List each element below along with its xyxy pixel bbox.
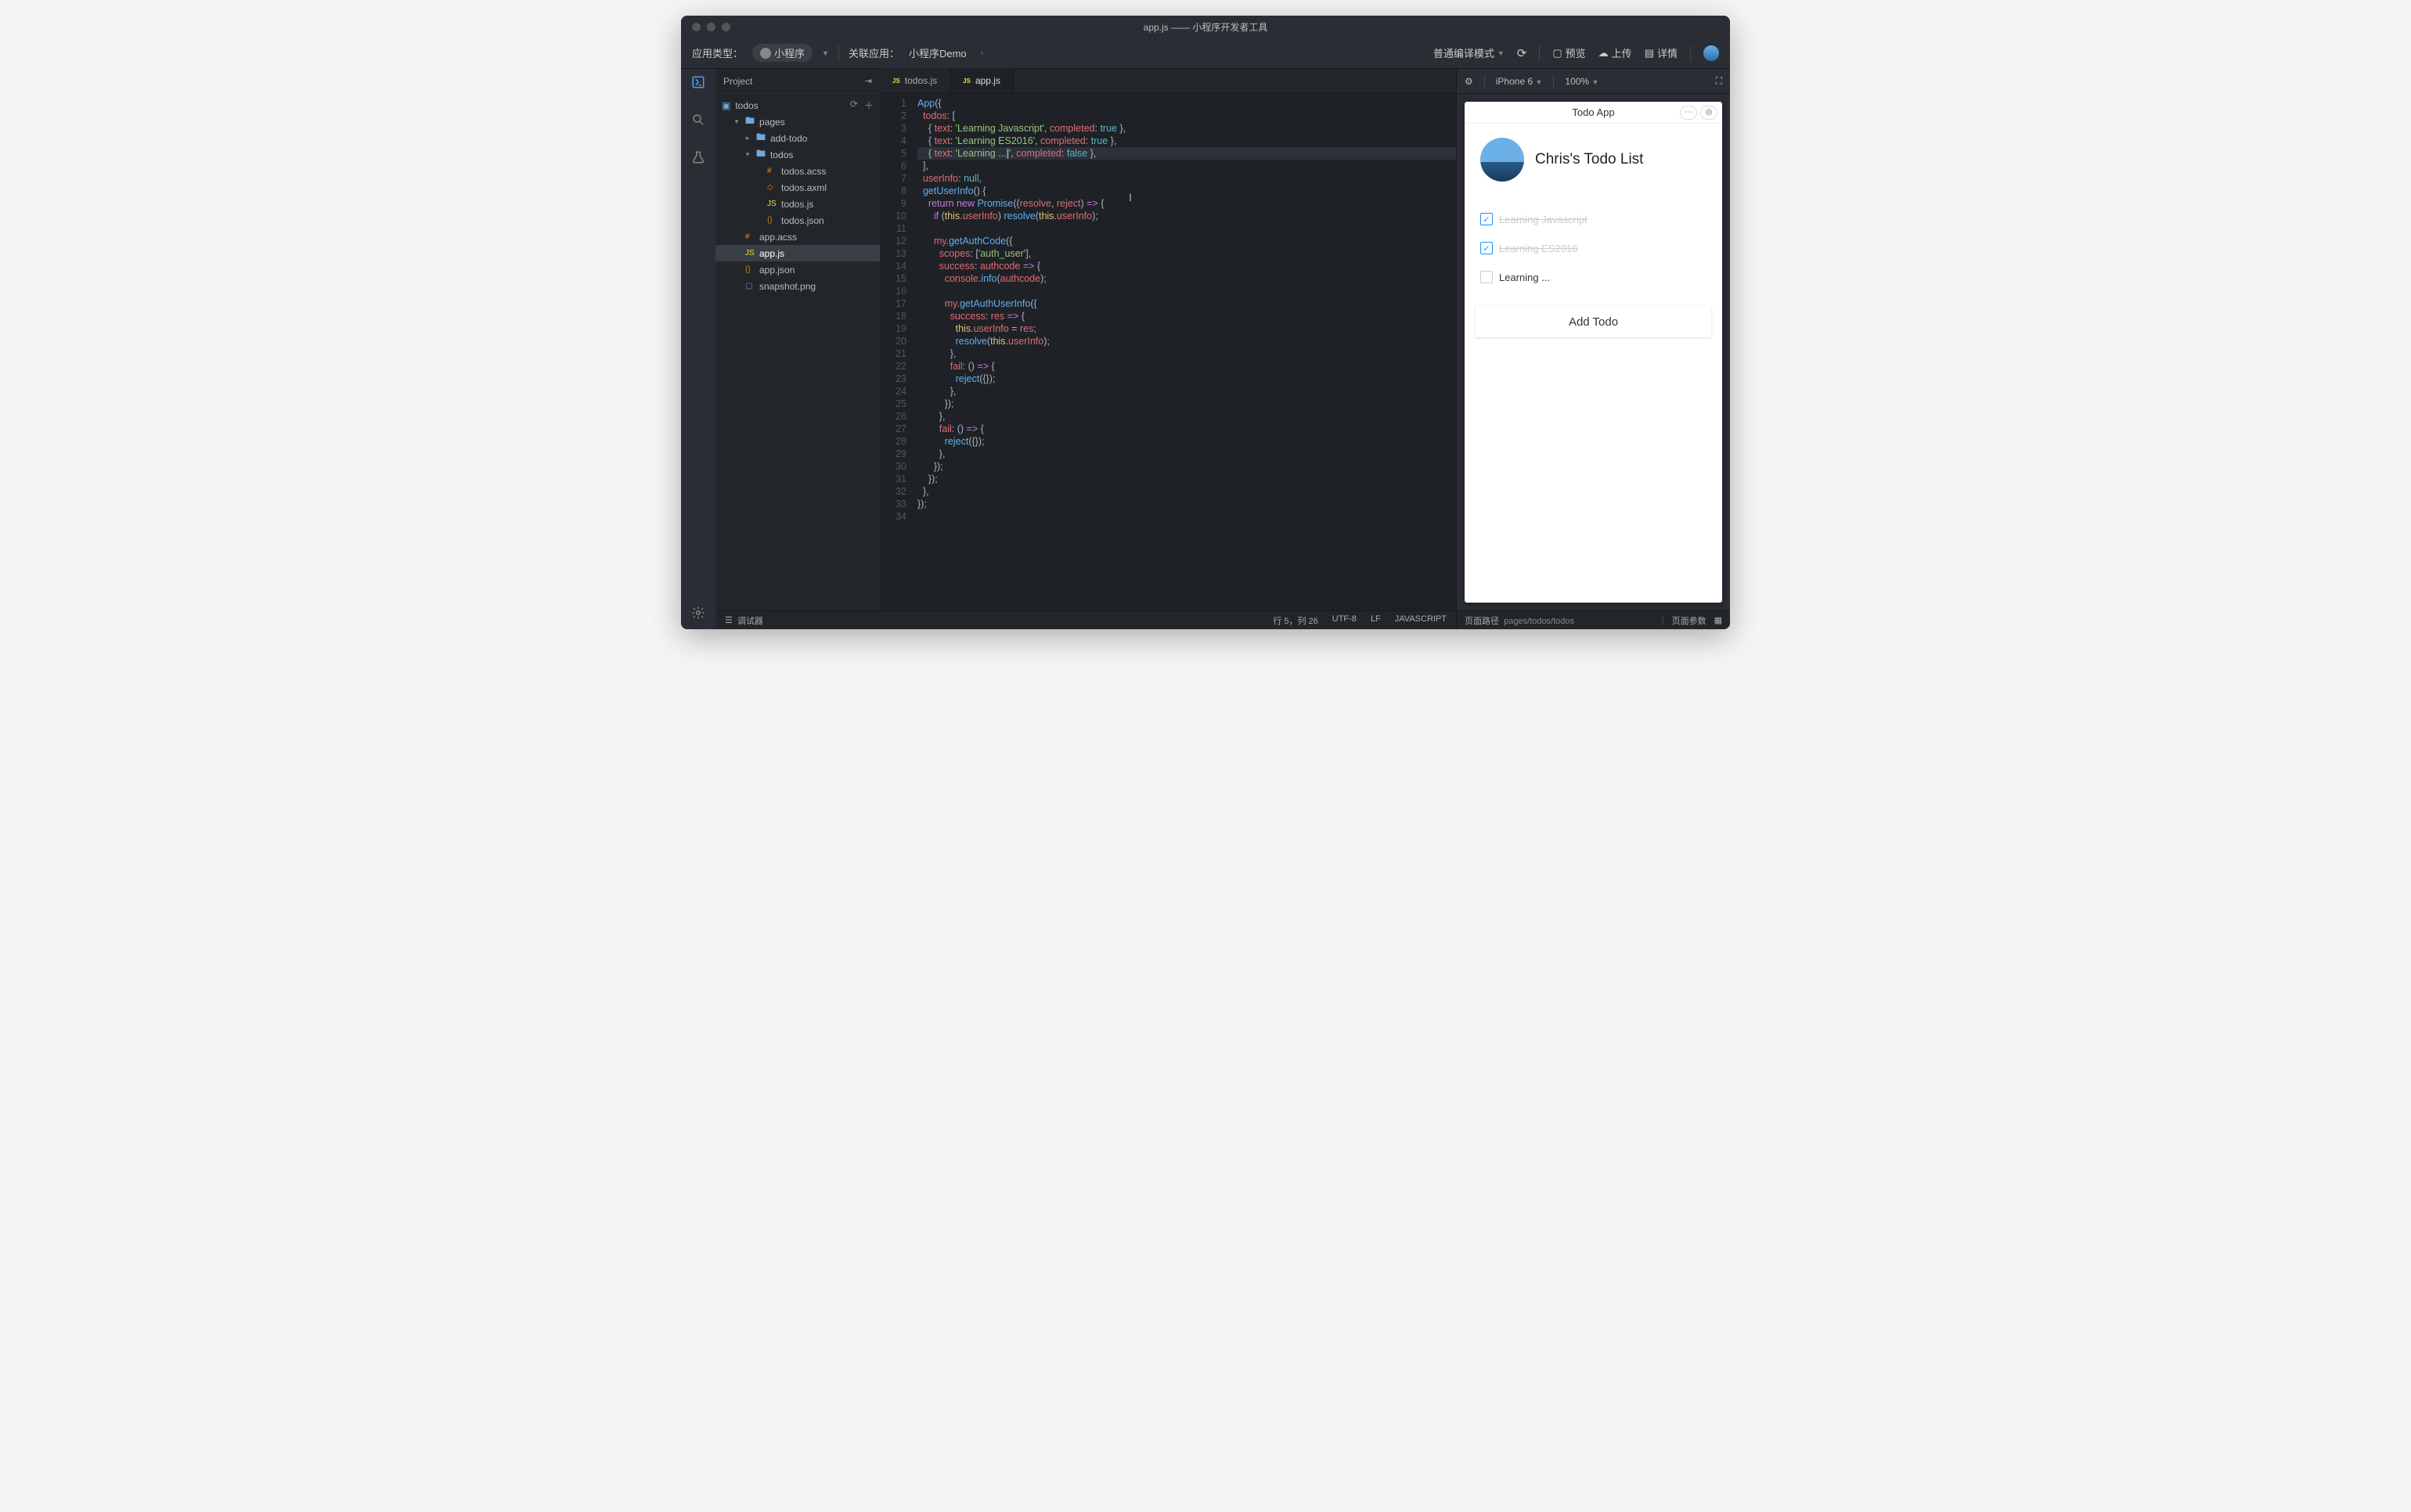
tab-app-js[interactable]: JSapp.js <box>950 68 1014 93</box>
details-button[interactable]: ▤ 详情 <box>1645 45 1678 60</box>
js-icon: JS <box>963 77 971 85</box>
file-app-acss[interactable]: #app.acss <box>715 229 880 245</box>
document-icon: ▤ <box>1645 47 1654 59</box>
refresh-icon[interactable]: ⟳ <box>1517 46 1527 60</box>
file-app-json[interactable]: {}app.json <box>715 261 880 278</box>
json-file-icon: {} <box>745 265 755 274</box>
zoom-dot[interactable] <box>722 23 730 31</box>
text-cursor-icon: I <box>1129 191 1132 203</box>
code-area[interactable]: 1234567891011121314151617181920212223242… <box>880 94 1456 610</box>
preview-settings-icon[interactable]: ⚙ <box>1465 76 1473 87</box>
sidebar: Project ⇥ ▣ todos⟳＋▾🖿pages▸🖿add-todo▾🖿to… <box>715 69 880 629</box>
close-circle-icon[interactable]: ◎ <box>1700 106 1717 120</box>
linked-app-label: 关联应用： <box>849 45 899 60</box>
file-snapshot-png[interactable]: ▢snapshot.png <box>715 278 880 294</box>
json-file-icon: {} <box>767 216 777 225</box>
grid-icon[interactable]: ▦ <box>1714 615 1722 625</box>
preview-panel: ⚙ iPhone 6 ▼ 100% ▼ ⛶ Todo App ⋯ ◎ <box>1456 69 1730 629</box>
editor: JStodos.jsJSapp.js 123456789101112131415… <box>880 69 1456 629</box>
css-file-icon: # <box>745 232 755 241</box>
sidebar-title: Project <box>723 76 752 87</box>
preview-expand-icon[interactable]: ⛶ <box>1716 75 1722 87</box>
folder-icon: 🖿 <box>745 113 755 130</box>
list-title: Chris's Todo List <box>1535 151 1643 168</box>
css-file-icon: # <box>767 167 777 175</box>
compile-mode-selector[interactable]: 普通编译模式 ▼ <box>1433 45 1505 60</box>
file-tree: ▣ todos⟳＋▾🖿pages▸🖿add-todo▾🖿todos#todos.… <box>715 94 880 610</box>
file-pages[interactable]: ▾🖿pages <box>715 113 880 130</box>
minimize-dot[interactable] <box>707 23 715 31</box>
html-file-icon: ◇ <box>767 183 777 192</box>
file-app-js[interactable]: JSapp.js <box>715 245 880 261</box>
page-params[interactable]: 页面参数 <box>1672 614 1706 627</box>
phone-icon: ▢ <box>1552 47 1562 59</box>
titlebar: app.js —— 小程序开发者工具 <box>681 16 1730 38</box>
zoom-selector[interactable]: 100% ▼ <box>1565 76 1598 87</box>
upload-button[interactable]: ☁ 上传 <box>1598 45 1632 60</box>
file-todos-json[interactable]: {}todos.json <box>715 212 880 229</box>
add-todo-button[interactable]: Add Todo <box>1476 306 1711 337</box>
file-todos[interactable]: ▾🖿todos <box>715 146 880 163</box>
activity-bar <box>681 69 715 629</box>
cursor-position[interactable]: 行 5，列 26 <box>1273 614 1317 627</box>
editor-tabs: JStodos.jsJSapp.js <box>880 69 1456 94</box>
close-dot[interactable] <box>692 23 701 31</box>
encoding[interactable]: UTF-8 <box>1332 614 1357 627</box>
chevron-down-icon: ▼ <box>822 49 829 57</box>
app-type-label: 应用类型： <box>692 45 743 60</box>
eol[interactable]: LF <box>1371 614 1381 627</box>
page-route[interactable]: 页面路径 pages/todos/todos <box>1465 614 1574 627</box>
js-icon: JS <box>892 77 900 85</box>
app-header-title: Todo App <box>1572 106 1614 118</box>
toolbar: 应用类型： 小程序 ▼ 关联应用： 小程序Demo › 普通编译模式 ▼ ⟳ ▢… <box>681 38 1730 69</box>
collapse-icon[interactable]: ⇥ <box>865 76 872 86</box>
todo-item[interactable]: ✓Learning ES2016 <box>1476 234 1711 263</box>
todos-list: ✓Learning Javascript✓Learning ES2016✓Lea… <box>1476 205 1711 292</box>
box-icon: ▣ <box>722 100 730 111</box>
todo-item[interactable]: ✓Learning ... <box>1476 263 1711 292</box>
file-todos-axml[interactable]: ◇todos.axml <box>715 179 880 196</box>
device-screen: Todo App ⋯ ◎ Chris's Todo List ✓Learning… <box>1465 102 1722 603</box>
folder-icon: 🖿 <box>756 130 766 146</box>
debugger-toggle[interactable]: ☰调试器 <box>725 614 763 627</box>
checkbox-icon[interactable]: ✓ <box>1480 271 1493 283</box>
window-title: app.js —— 小程序开发者工具 <box>1144 20 1268 34</box>
checkbox-icon[interactable]: ✓ <box>1480 242 1493 254</box>
linked-app-value[interactable]: 小程序Demo <box>909 45 967 60</box>
language[interactable]: JAVASCRIPT <box>1395 614 1447 627</box>
folder-icon: 🖿 <box>756 146 766 163</box>
todo-item[interactable]: ✓Learning Javascript <box>1476 205 1711 234</box>
explorer-icon[interactable] <box>690 74 707 91</box>
file-add-todo[interactable]: ▸🖿add-todo <box>715 130 880 146</box>
cloud-upload-icon: ☁ <box>1598 47 1609 59</box>
editor-status-bar: 行 5，列 26 UTF-8 LF JAVASCRIPT <box>880 610 1456 629</box>
js-file-icon: JS <box>745 249 755 257</box>
checkbox-icon[interactable]: ✓ <box>1480 213 1493 225</box>
beaker-icon[interactable] <box>690 149 707 166</box>
code-content[interactable]: App({ todos: [ { text: 'Learning Javascr… <box>913 94 1456 610</box>
profile-avatar <box>1480 138 1524 182</box>
app-window: app.js —— 小程序开发者工具 应用类型： 小程序 ▼ 关联应用： 小程序… <box>681 16 1730 629</box>
gear-icon[interactable] <box>690 604 707 621</box>
search-icon[interactable] <box>690 111 707 128</box>
refresh-icon[interactable]: ⟳ <box>850 99 858 112</box>
user-avatar[interactable] <box>1703 45 1719 61</box>
img-file-icon: ▢ <box>745 282 755 290</box>
device-selector[interactable]: iPhone 6 ▼ <box>1496 76 1543 87</box>
gutter: 1234567891011121314151617181920212223242… <box>880 94 913 610</box>
app-type-selector[interactable]: 小程序 <box>752 44 813 62</box>
file-todos-acss[interactable]: #todos.acss <box>715 163 880 179</box>
chevron-right-icon: › <box>981 49 983 57</box>
tab-todos-js[interactable]: JStodos.js <box>880 68 950 93</box>
new-file-icon[interactable]: ＋ <box>864 99 874 112</box>
menu-icon[interactable]: ⋯ <box>1680 106 1697 120</box>
js-file-icon: JS <box>767 200 777 208</box>
tree-root[interactable]: ▣ todos⟳＋ <box>715 97 880 113</box>
preview-button[interactable]: ▢ 预览 <box>1552 45 1585 60</box>
file-todos-js[interactable]: JStodos.js <box>715 196 880 212</box>
